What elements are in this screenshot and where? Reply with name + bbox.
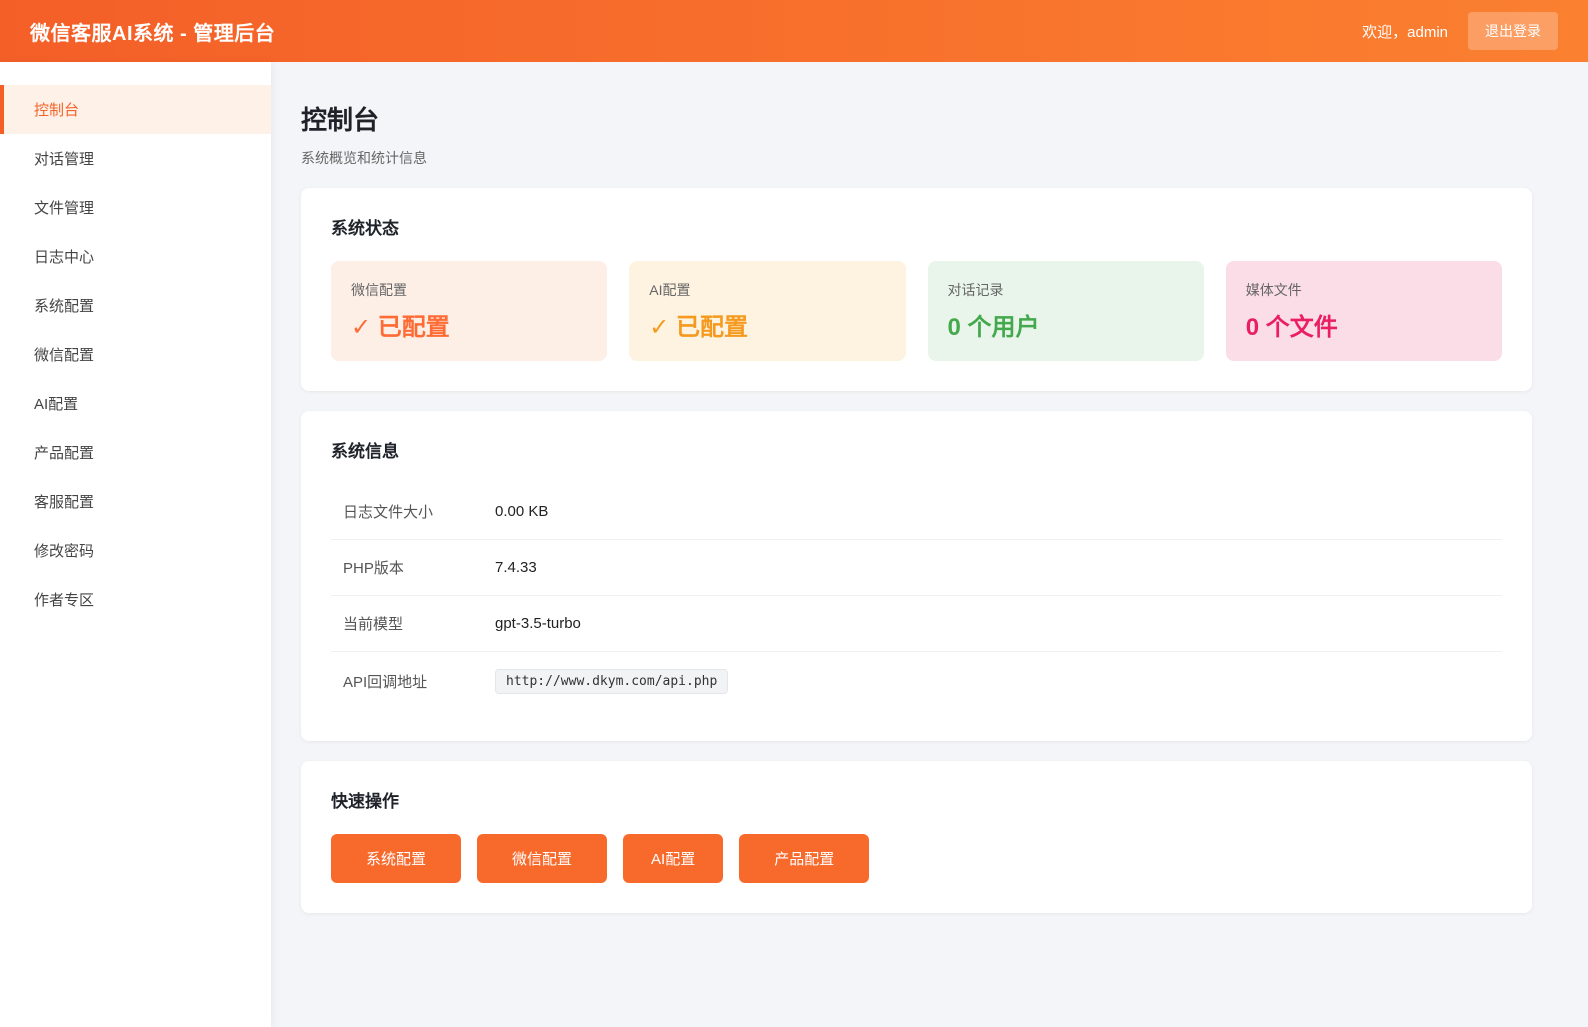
page-subtitle: 系统概览和统计信息 <box>301 148 1558 168</box>
info-value: 7.4.33 <box>495 559 537 576</box>
info-row-php-version: PHP版本 7.4.33 <box>331 540 1502 596</box>
info-value: 0.00 KB <box>495 503 548 520</box>
api-callback-url-chip: http://www.dkym.com/api.php <box>495 669 728 694</box>
sidebar-item-product-config[interactable]: 产品配置 <box>0 428 271 477</box>
stat-card-ai-config: AI配置 ✓ 已配置 <box>629 261 905 361</box>
quick-action-ai-config-button[interactable]: AI配置 <box>623 834 723 883</box>
sidebar-item-files[interactable]: 文件管理 <box>0 183 271 232</box>
app-header: 微信客服AI系统 - 管理后台 欢迎，admin 退出登录 <box>0 0 1588 62</box>
info-row-current-model: 当前模型 gpt-3.5-turbo <box>331 596 1502 652</box>
system-info-table: 日志文件大小 0.00 KB PHP版本 7.4.33 当前模型 gpt-3.5… <box>331 484 1502 711</box>
system-status-card: 系统状态 微信配置 ✓ 已配置 AI配置 ✓ 已配置 对话记录 0 个用户 媒体… <box>301 188 1532 391</box>
info-label: PHP版本 <box>343 557 495 578</box>
stat-value: 0 个用户 <box>948 307 1184 342</box>
sidebar-item-ai-config[interactable]: AI配置 <box>0 379 271 428</box>
sidebar-item-conversations[interactable]: 对话管理 <box>0 134 271 183</box>
quick-action-wechat-config-button[interactable]: 微信配置 <box>477 834 607 883</box>
sidebar-item-change-password[interactable]: 修改密码 <box>0 526 271 575</box>
main-content: 控制台 系统概览和统计信息 系统状态 微信配置 ✓ 已配置 AI配置 ✓ 已配置… <box>271 62 1588 1027</box>
sidebar-item-logs[interactable]: 日志中心 <box>0 232 271 281</box>
system-info-card: 系统信息 日志文件大小 0.00 KB PHP版本 7.4.33 当前模型 gp… <box>301 411 1532 741</box>
stat-label: AI配置 <box>649 280 885 300</box>
stat-value: ✓ 已配置 <box>351 307 587 342</box>
stat-card-wechat-config: 微信配置 ✓ 已配置 <box>331 261 607 361</box>
stat-card-chat-records: 对话记录 0 个用户 <box>928 261 1204 361</box>
welcome-text: 欢迎，admin <box>1362 21 1448 42</box>
quick-action-product-config-button[interactable]: 产品配置 <box>739 834 869 883</box>
sidebar: 控制台 对话管理 文件管理 日志中心 系统配置 微信配置 AI配置 产品配置 客… <box>0 62 271 1027</box>
quick-action-system-config-button[interactable]: 系统配置 <box>331 834 461 883</box>
stats-grid: 微信配置 ✓ 已配置 AI配置 ✓ 已配置 对话记录 0 个用户 媒体文件 0 … <box>331 261 1502 361</box>
stat-label: 对话记录 <box>948 280 1184 300</box>
info-row-log-size: 日志文件大小 0.00 KB <box>331 484 1502 540</box>
info-label: 当前模型 <box>343 613 495 634</box>
quick-actions-row: 系统配置 微信配置 AI配置 产品配置 <box>331 834 1502 883</box>
stat-card-media-files: 媒体文件 0 个文件 <box>1226 261 1502 361</box>
quick-actions-title: 快速操作 <box>331 787 1502 812</box>
quick-actions-card: 快速操作 系统配置 微信配置 AI配置 产品配置 <box>301 761 1532 913</box>
app-title: 微信客服AI系统 - 管理后台 <box>30 17 275 46</box>
info-value: gpt-3.5-turbo <box>495 615 581 632</box>
logout-button[interactable]: 退出登录 <box>1468 12 1558 50</box>
sidebar-item-wechat-config[interactable]: 微信配置 <box>0 330 271 379</box>
info-label: 日志文件大小 <box>343 501 495 522</box>
page-title: 控制台 <box>301 100 1558 137</box>
stat-label: 媒体文件 <box>1246 280 1482 300</box>
sidebar-item-dashboard[interactable]: 控制台 <box>0 85 271 134</box>
stat-value: ✓ 已配置 <box>649 307 885 342</box>
stat-value: 0 个文件 <box>1246 307 1482 342</box>
sidebar-item-system-config[interactable]: 系统配置 <box>0 281 271 330</box>
stat-label: 微信配置 <box>351 280 587 300</box>
header-right: 欢迎，admin 退出登录 <box>1362 12 1558 50</box>
sidebar-item-author-zone[interactable]: 作者专区 <box>0 575 271 624</box>
sidebar-item-service-config[interactable]: 客服配置 <box>0 477 271 526</box>
info-label: API回调地址 <box>343 671 495 692</box>
system-info-title: 系统信息 <box>331 437 1502 462</box>
info-row-api-callback-url: API回调地址 http://www.dkym.com/api.php <box>331 652 1502 711</box>
system-status-title: 系统状态 <box>331 214 1502 239</box>
